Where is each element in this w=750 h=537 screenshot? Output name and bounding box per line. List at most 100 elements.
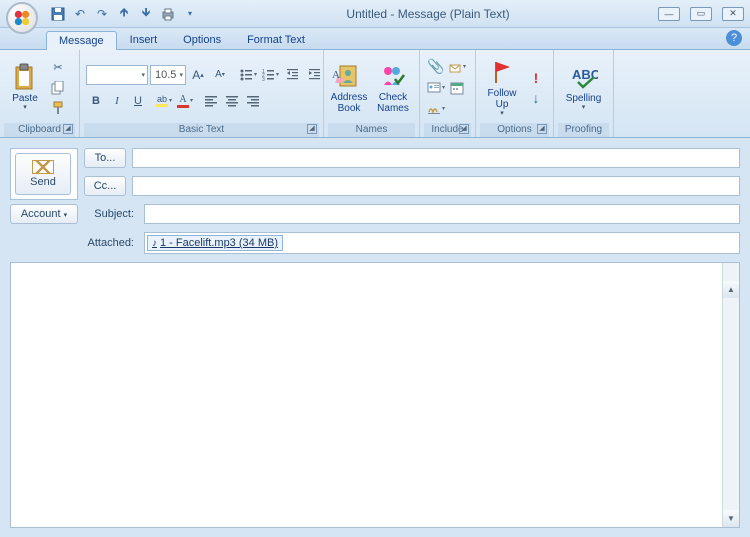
paste-label: Paste <box>12 93 38 104</box>
message-body[interactable]: ◧ ▲ ▼ <box>10 262 740 528</box>
subject-label: Subject: <box>84 208 138 220</box>
shrink-font-button[interactable]: A▾ <box>210 65 230 85</box>
calendar-button[interactable] <box>447 78 467 98</box>
italic-button[interactable]: I <box>107 91 127 111</box>
numbering-button[interactable]: 123▾ <box>260 65 280 85</box>
chevron-down-icon: ▾ <box>141 71 145 79</box>
basic-text-dialog-launcher[interactable]: ◢ <box>307 124 317 134</box>
redo-icon[interactable]: ↷ <box>94 6 110 22</box>
font-color-icon: A <box>177 94 189 108</box>
paste-icon <box>11 63 39 91</box>
font-color-button[interactable]: A▾ <box>175 91 195 111</box>
grow-font-button[interactable]: A▴ <box>188 65 208 85</box>
font-size-combo[interactable]: 10.5▾ <box>150 65 186 85</box>
names-group-label: Names <box>356 124 388 135</box>
attachment-name: 1 - Facelift.mp3 (34 MB) <box>160 237 278 249</box>
include-dialog-launcher[interactable]: ◢ <box>459 124 469 134</box>
basic-text-group-label: Basic Text <box>179 124 224 135</box>
send-label: Send <box>30 176 56 188</box>
undo-icon[interactable]: ↶ <box>72 6 88 22</box>
send-button[interactable]: Send <box>15 153 71 195</box>
check-names-icon <box>379 62 407 90</box>
cc-button[interactable]: Cc... <box>84 176 126 196</box>
subject-field[interactable] <box>144 204 740 224</box>
scroll-track[interactable] <box>723 298 739 510</box>
flag-icon <box>488 58 516 86</box>
exclamation-icon: ! <box>534 70 539 86</box>
align-center-button[interactable] <box>222 91 242 111</box>
low-importance-button[interactable]: ↓ <box>526 89 546 107</box>
check-names-label: Check Names <box>377 92 409 114</box>
svg-text:3: 3 <box>262 77 265 82</box>
help-icon[interactable]: ? <box>726 30 742 46</box>
high-importance-button[interactable]: ! <box>526 69 546 87</box>
clipboard-dialog-launcher[interactable]: ◢ <box>63 124 73 134</box>
chevron-down-icon: ▾ <box>582 104 586 112</box>
attach-file-button[interactable]: 📎 <box>426 57 446 77</box>
card-icon <box>427 82 441 94</box>
highlight-button[interactable]: ab▾ <box>154 91 174 111</box>
numbering-icon: 123 <box>261 68 275 82</box>
next-item-icon[interactable]: 🡻 <box>138 6 154 22</box>
options-dialog-launcher[interactable]: ◢ <box>537 124 547 134</box>
follow-up-button[interactable]: Follow Up ▾ <box>480 55 524 121</box>
clipboard-group-label: Clipboard <box>18 124 61 135</box>
copy-button[interactable] <box>48 79 68 97</box>
prev-item-icon[interactable]: 🡹 <box>116 6 132 22</box>
tab-options[interactable]: Options <box>170 30 234 49</box>
bullets-button[interactable]: ▾ <box>238 65 258 85</box>
align-center-icon <box>226 95 238 107</box>
quick-access-toolbar: ↶ ↷ 🡹 🡻 ▾ <box>50 6 198 22</box>
font-size-value: 10.5 <box>155 69 176 81</box>
format-painter-button[interactable] <box>48 99 68 117</box>
highlight-icon: ab <box>156 94 168 107</box>
bold-button[interactable]: B <box>86 91 106 111</box>
outdent-icon <box>285 68 299 82</box>
align-right-button[interactable] <box>243 91 263 111</box>
paste-button[interactable]: Paste ▾ <box>4 55 46 121</box>
underline-button[interactable]: U <box>128 91 148 111</box>
tab-insert[interactable]: Insert <box>117 30 171 49</box>
chevron-down-icon: ▾ <box>179 71 183 79</box>
business-card-button[interactable]: ▾ <box>426 78 446 98</box>
scroll-down-icon[interactable]: ▼ <box>723 510 739 527</box>
align-left-button[interactable] <box>201 91 221 111</box>
follow-up-label: Follow Up <box>488 88 517 110</box>
scroll-up-icon[interactable]: ▲ <box>723 281 739 298</box>
save-icon[interactable] <box>50 6 66 22</box>
font-name-combo[interactable]: ▾ <box>86 65 148 85</box>
check-names-button[interactable]: Check Names <box>372 55 414 121</box>
indent-icon <box>307 68 321 82</box>
tab-format-text[interactable]: Format Text <box>234 30 318 49</box>
attachment-chip[interactable]: ♪ 1 - Facelift.mp3 (34 MB) <box>147 235 283 251</box>
to-field[interactable] <box>132 148 740 168</box>
scissors-icon: ✂ <box>53 61 62 74</box>
spelling-button[interactable]: ABC Spelling ▾ <box>558 55 609 121</box>
vertical-scrollbar[interactable]: ▲ ▼ <box>722 263 739 527</box>
chevron-down-icon: ▾ <box>23 104 27 112</box>
close-button[interactable]: ✕ <box>722 7 744 21</box>
decrease-indent-button[interactable] <box>282 65 302 85</box>
signature-button[interactable]: ▾ <box>426 99 446 119</box>
to-button[interactable]: To... <box>84 148 126 168</box>
tab-message[interactable]: Message <box>46 31 117 50</box>
maximize-button[interactable]: ▭ <box>690 7 712 21</box>
address-book-button[interactable]: Address Book <box>328 55 370 121</box>
attach-item-button[interactable]: ▾ <box>447 57 467 77</box>
increase-indent-button[interactable] <box>304 65 324 85</box>
office-button[interactable] <box>6 2 38 34</box>
cut-button[interactable]: ✂ <box>48 59 68 77</box>
cc-field[interactable] <box>132 176 740 196</box>
office-logo-icon <box>13 9 31 27</box>
spelling-label: Spelling <box>566 93 602 104</box>
proofing-group-label: Proofing <box>565 124 602 135</box>
account-button[interactable]: Account ▾ <box>10 204 78 224</box>
print-icon[interactable] <box>160 6 176 22</box>
signature-icon <box>427 102 441 116</box>
attachment-well[interactable]: ♪ 1 - Facelift.mp3 (34 MB) <box>144 232 740 254</box>
paperclip-icon: 📎 <box>427 58 444 75</box>
chevron-down-icon: ▾ <box>64 212 68 219</box>
window-title: Untitled - Message (Plain Text) <box>198 7 658 21</box>
qat-customize-icon[interactable]: ▾ <box>182 6 198 22</box>
minimize-button[interactable]: — <box>658 7 680 21</box>
